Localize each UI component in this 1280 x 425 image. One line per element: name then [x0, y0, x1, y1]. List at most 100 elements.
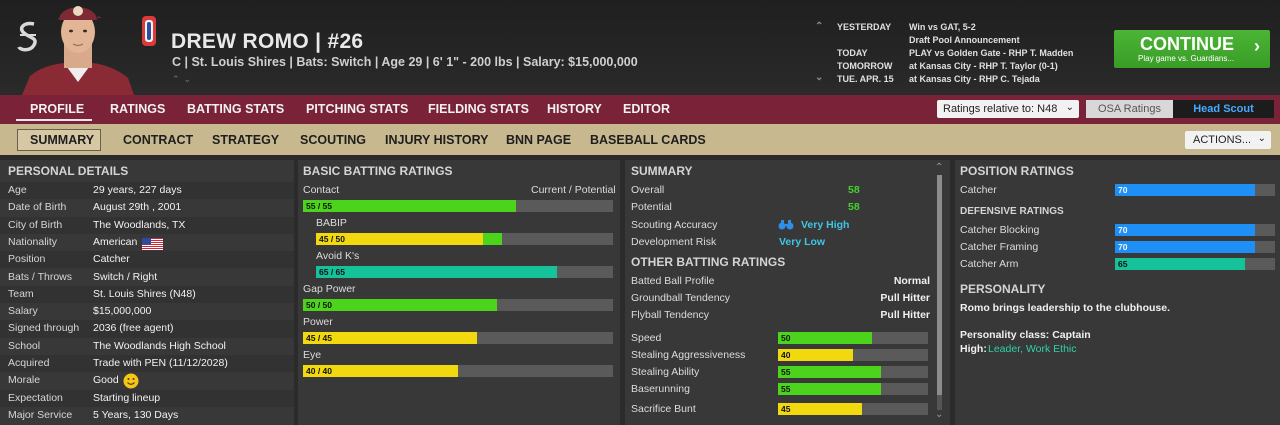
ratings-relative-value: Ratings relative to: N48	[943, 103, 1058, 115]
continue-button[interactable]: CONTINUE Play game vs. Guardians... ›	[1114, 30, 1270, 68]
detail-row: Major Service 5 Years, 130 Days	[0, 407, 294, 424]
summary-scrollbar-thumb[interactable]	[937, 175, 942, 395]
bar-value-text: 40 / 40	[306, 366, 332, 376]
defensive-rating-bar: 70	[1115, 241, 1275, 253]
detail-row: Morale Good	[0, 372, 294, 389]
schedule-day: YESTERDAY	[837, 22, 892, 32]
subtab-baseball-cards[interactable]: BASEBALL CARDS	[590, 133, 706, 147]
scroll-up-arrow[interactable]: ⌃	[935, 162, 943, 173]
detail-value: Starting lineup	[93, 391, 161, 404]
batting-rating-bar: 50 / 50	[303, 299, 613, 311]
subtab-injury-history[interactable]: INJURY HISTORY	[385, 133, 489, 147]
head-scout-button[interactable]: Head Scout	[1173, 100, 1274, 118]
schedule-event[interactable]: Draft Pool Announcement	[909, 35, 1020, 45]
personal-details-panel: PERSONAL DETAILS Age 29 years, 227 days Da…	[0, 160, 294, 425]
detail-label: Salary	[8, 305, 38, 318]
batting-rating-label: BABIP	[316, 217, 347, 229]
high-traits-label: High:	[960, 343, 987, 355]
bar-value-text: 45 / 50	[319, 234, 345, 244]
batting-rating-label: Gap Power	[303, 283, 356, 295]
tab-profile[interactable]: PROFILE	[30, 102, 84, 116]
subtab-contract[interactable]: CONTRACT	[123, 133, 193, 147]
other-rating-label: Baserunning	[631, 383, 690, 395]
chevron-right-icon: ›	[1254, 36, 1260, 56]
bar-value-text: 40	[781, 350, 791, 360]
scroll-down-arrow[interactable]: ⌄	[935, 409, 943, 420]
detail-label: Position	[8, 253, 46, 266]
tab-history[interactable]: HISTORY	[547, 102, 602, 116]
batting-rating-label: Avoid K's	[316, 250, 360, 262]
detail-value[interactable]: The Woodlands High School	[93, 340, 226, 352]
panel-title: SUMMARY	[631, 164, 693, 178]
schedule-day: TUE. APR. 15	[837, 74, 894, 84]
detail-row: Salary $15,000,000	[0, 303, 294, 320]
personality-text: Romo brings leadership to the clubhouse.	[960, 302, 1171, 314]
development-risk-value: Very Low	[779, 236, 826, 248]
section-title: PERSONALITY	[960, 282, 1046, 296]
schedule-up-arrow[interactable]: ⌃	[815, 21, 823, 32]
detail-value[interactable]: Trade with PEN (11/12/2028)	[93, 357, 228, 369]
catcher-label: Catcher	[960, 184, 997, 196]
batting-rating-bar: 55 / 55	[303, 200, 613, 212]
subtab-bnn-page[interactable]: BNN PAGE	[506, 133, 571, 147]
detail-value: American	[93, 235, 138, 248]
schedule-event[interactable]: PLAY vs Golden Gate - RHP T. Madden	[909, 48, 1073, 58]
bar-value-text: 50	[781, 333, 791, 343]
ratings-relative-select[interactable]: Ratings relative to: N48 ⌄	[937, 100, 1079, 118]
detail-value: Switch / Right	[93, 270, 158, 283]
batting-ratings-panel: BASIC BATTING RATINGS Current / Potentia…	[298, 160, 620, 425]
detail-row: Age 29 years, 227 days	[0, 182, 294, 200]
sub-tabs: SUMMARY CONTRACT STRATEGY SCOUTING INJUR…	[0, 124, 1280, 155]
other-rating-bar: 45	[778, 403, 928, 415]
actions-dropdown[interactable]: ACTIONS... ⌄	[1185, 131, 1271, 149]
schedule-event[interactable]: Win vs GAT, 5-2	[909, 22, 976, 32]
detail-label: Age	[8, 184, 27, 196]
player-subtitle: C | St. Louis Shires | Bats: Switch | Ag…	[172, 55, 638, 69]
overall-label: Overall	[631, 184, 665, 196]
tab-ratings[interactable]: RATINGS	[110, 102, 165, 116]
batting-rating-bar: 45 / 50	[316, 233, 613, 245]
potential-value: 58	[848, 201, 860, 213]
high-traits-value[interactable]: Leader, Work Ethic	[988, 343, 1077, 355]
current-fill	[778, 332, 872, 344]
schedule-event[interactable]: at Kansas City - RHP T. Taylor (0-1)	[909, 61, 1058, 71]
continue-sublabel: Play game vs. Guardians...	[1138, 54, 1235, 63]
subtab-summary[interactable]: SUMMARY	[30, 133, 94, 147]
chevron-down-icon: ⌄	[1065, 102, 1074, 113]
current-fill	[1115, 258, 1245, 270]
detail-row: School The Woodlands High School	[0, 338, 294, 355]
detail-label: Date of Birth	[8, 201, 67, 214]
detail-value: $15,000,000	[93, 305, 152, 318]
tab-pitching-stats[interactable]: PITCHING STATS	[306, 102, 408, 116]
detail-label: Team	[8, 287, 34, 300]
schedule-down-arrow[interactable]: ⌄	[815, 72, 823, 83]
other-rating-value: Pull Hitter	[880, 309, 930, 321]
personality-class: Personality class: Captain	[960, 329, 1091, 341]
player-name: DREW ROMO | #26	[171, 30, 364, 53]
section-title: OTHER BATTING RATINGS	[631, 255, 786, 269]
subtab-strategy[interactable]: STRATEGY	[212, 133, 279, 147]
batting-rating-label: Power	[303, 316, 333, 328]
tab-batting-stats[interactable]: BATTING STATS	[187, 102, 284, 116]
tab-editor[interactable]: EDITOR	[623, 102, 670, 116]
detail-label: Expectation	[8, 391, 63, 404]
defensive-rating-bar: 65	[1115, 258, 1275, 270]
detail-value: Catcher	[93, 253, 130, 266]
schedule-event[interactable]: at Kansas City - RHP C. Tejada	[909, 74, 1040, 84]
position-ratings-panel: POSITION RATINGS Catcher 70 DEFENSIVE RA…	[955, 160, 1280, 425]
player-header: DREW ROMO | #26 C | St. Louis Shires | B…	[0, 0, 1280, 95]
detail-label: Bats / Throws	[8, 270, 72, 283]
panel-title: BASIC BATTING RATINGS	[303, 164, 453, 178]
player-nav-arrows[interactable]: ⌃⌄	[172, 74, 195, 85]
osa-ratings-button[interactable]: OSA Ratings	[1086, 100, 1173, 118]
subtab-scouting[interactable]: SCOUTING	[300, 133, 366, 147]
detail-value[interactable]: St. Louis Shires (N48)	[93, 288, 196, 300]
other-rating-bar: 55	[778, 366, 928, 378]
detail-value: 5 Years, 130 Days	[93, 408, 179, 421]
bar-value-text: 65 / 65	[319, 267, 345, 277]
bar-value-text: 70	[1118, 242, 1128, 252]
other-rating-bar: 40	[778, 349, 928, 361]
tab-fielding-stats[interactable]: FIELDING STATS	[428, 102, 529, 116]
detail-label: School	[8, 339, 41, 352]
bar-value-text: 50 / 50	[306, 300, 332, 310]
